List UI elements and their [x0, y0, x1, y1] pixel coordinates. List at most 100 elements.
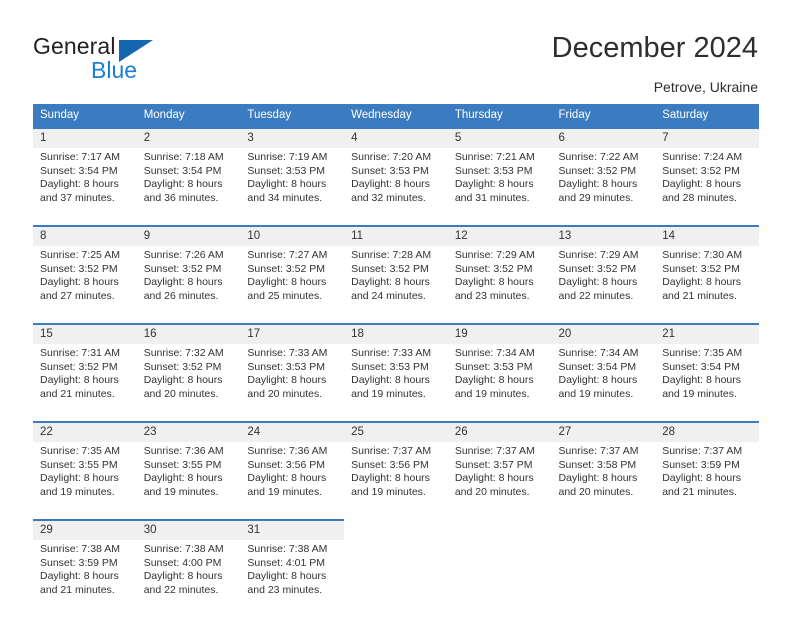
day-cell: Sunrise: 7:37 AM Sunset: 3:57 PM Dayligh…: [447, 442, 552, 520]
week-4-details: Sunrise: 7:35 AM Sunset: 3:55 PM Dayligh…: [33, 442, 759, 520]
daylight-text-line2: and 22 minutes.: [143, 583, 219, 596]
week-3-daynumbers: 15 16 17 18 19 20 21: [33, 323, 759, 344]
day-number[interactable]: 24: [240, 421, 345, 442]
day-cell: Sunrise: 7:18 AM Sunset: 3:54 PM Dayligh…: [136, 148, 241, 226]
day-number[interactable]: 26: [447, 421, 552, 442]
daylight-text-line1: Daylight: 8 hours: [143, 472, 223, 485]
day-number[interactable]: 21: [655, 323, 759, 344]
page-header: General Blue December 2024 Petrove, Ukra…: [0, 0, 792, 100]
sunrise-text: Sunrise: 7:37 AM: [351, 445, 432, 457]
sunset-text: Sunset: 4:00 PM: [143, 556, 222, 569]
daylight-text-line2: and 19 minutes.: [247, 485, 323, 498]
day-number-empty: [551, 519, 656, 540]
day-cell: Sunrise: 7:35 AM Sunset: 3:55 PM Dayligh…: [33, 442, 137, 520]
sunrise-text: Sunrise: 7:19 AM: [247, 151, 328, 163]
day-number[interactable]: 4: [344, 127, 448, 148]
daylight-text-line2: and 20 minutes.: [558, 485, 634, 498]
daylight-text-line1: Daylight: 8 hours: [454, 472, 534, 485]
day-number[interactable]: 10: [240, 225, 345, 246]
sunrise-text: Sunrise: 7:24 AM: [662, 151, 743, 163]
sunset-text: Sunset: 3:53 PM: [247, 164, 326, 177]
daylight-text-line2: and 31 minutes.: [454, 191, 530, 204]
daylight-text-line1: Daylight: 8 hours: [558, 472, 638, 485]
daylight-text-line2: and 22 minutes.: [558, 289, 634, 302]
day-number[interactable]: 28: [655, 421, 759, 442]
daylight-text-line1: Daylight: 8 hours: [247, 472, 327, 485]
day-cell: Sunrise: 7:37 AM Sunset: 3:56 PM Dayligh…: [344, 442, 448, 520]
sunrise-text: Sunrise: 7:36 AM: [247, 445, 328, 457]
day-number[interactable]: 20: [551, 323, 656, 344]
sunset-text: Sunset: 3:57 PM: [454, 458, 533, 471]
sunrise-text: Sunrise: 7:17 AM: [40, 151, 120, 163]
logo-text-blue: Blue: [91, 57, 138, 83]
sunset-text: Sunset: 3:59 PM: [662, 458, 740, 471]
sunset-text: Sunset: 3:52 PM: [40, 262, 118, 275]
weekday-header-friday: Friday: [551, 104, 656, 128]
daylight-text-line2: and 36 minutes.: [143, 191, 219, 204]
sunrise-text: Sunrise: 7:37 AM: [454, 445, 535, 457]
day-number[interactable]: 13: [551, 225, 656, 246]
daylight-text-line2: and 20 minutes.: [454, 485, 530, 498]
day-number[interactable]: 2: [136, 127, 241, 148]
daylight-text-line1: Daylight: 8 hours: [351, 374, 430, 387]
day-number[interactable]: 1: [33, 127, 137, 148]
day-cell: Sunrise: 7:26 AM Sunset: 3:52 PM Dayligh…: [136, 246, 241, 324]
daylight-text-line2: and 21 minutes.: [40, 387, 115, 400]
daylight-text-line1: Daylight: 8 hours: [143, 178, 223, 191]
day-number[interactable]: 30: [136, 519, 241, 540]
sunset-text: Sunset: 3:56 PM: [247, 458, 326, 471]
day-number-empty: [344, 519, 448, 540]
day-number[interactable]: 12: [447, 225, 552, 246]
daylight-text-line2: and 29 minutes.: [558, 191, 634, 204]
sunrise-text: Sunrise: 7:27 AM: [247, 249, 328, 261]
day-number[interactable]: 5: [447, 127, 552, 148]
day-number[interactable]: 19: [447, 323, 552, 344]
sunrise-text: Sunrise: 7:21 AM: [454, 151, 535, 163]
day-cell: Sunrise: 7:22 AM Sunset: 3:52 PM Dayligh…: [551, 148, 656, 226]
day-number[interactable]: 18: [344, 323, 448, 344]
daylight-text-line2: and 19 minutes.: [40, 485, 115, 498]
day-cell-empty: [655, 540, 759, 617]
day-number[interactable]: 17: [240, 323, 345, 344]
day-cell: Sunrise: 7:28 AM Sunset: 3:52 PM Dayligh…: [344, 246, 448, 324]
day-number[interactable]: 6: [551, 127, 656, 148]
day-number[interactable]: 7: [655, 127, 759, 148]
day-cell: Sunrise: 7:25 AM Sunset: 3:52 PM Dayligh…: [33, 246, 137, 324]
daylight-text-line1: Daylight: 8 hours: [662, 276, 742, 289]
daylight-text-line1: Daylight: 8 hours: [143, 276, 223, 289]
sunrise-text: Sunrise: 7:34 AM: [558, 347, 639, 359]
sunrise-text: Sunrise: 7:26 AM: [143, 249, 224, 261]
daylight-text-line1: Daylight: 8 hours: [558, 276, 638, 289]
day-number[interactable]: 22: [33, 421, 137, 442]
daylight-text-line1: Daylight: 8 hours: [454, 178, 534, 191]
daylight-text-line1: Daylight: 8 hours: [247, 374, 327, 387]
day-number[interactable]: 14: [655, 225, 759, 246]
day-number[interactable]: 15: [33, 323, 137, 344]
weekday-header-monday: Monday: [136, 104, 241, 128]
daylight-text-line1: Daylight: 8 hours: [351, 472, 430, 485]
daylight-text-line2: and 20 minutes.: [143, 387, 219, 400]
daylight-text-line1: Daylight: 8 hours: [662, 178, 742, 191]
day-number[interactable]: 3: [240, 127, 345, 148]
week-5-daynumbers: 29 30 31: [33, 519, 759, 540]
day-cell: Sunrise: 7:36 AM Sunset: 3:55 PM Dayligh…: [136, 442, 241, 520]
day-cell: Sunrise: 7:38 AM Sunset: 4:00 PM Dayligh…: [136, 540, 241, 617]
day-number[interactable]: 8: [33, 225, 137, 246]
day-number[interactable]: 9: [136, 225, 241, 246]
sunrise-text: Sunrise: 7:38 AM: [40, 543, 120, 555]
day-number-empty: [655, 519, 759, 540]
sunset-text: Sunset: 3:52 PM: [143, 360, 222, 373]
daylight-text-line1: Daylight: 8 hours: [247, 178, 327, 191]
day-number[interactable]: 29: [33, 519, 137, 540]
day-number[interactable]: 27: [551, 421, 656, 442]
day-number[interactable]: 23: [136, 421, 241, 442]
day-number[interactable]: 11: [344, 225, 448, 246]
day-number[interactable]: 16: [136, 323, 241, 344]
daylight-text-line2: and 28 minutes.: [662, 191, 737, 204]
day-number[interactable]: 25: [344, 421, 448, 442]
sunset-text: Sunset: 3:54 PM: [662, 360, 740, 373]
daylight-text-line2: and 21 minutes.: [40, 583, 115, 596]
daylight-text-line1: Daylight: 8 hours: [143, 570, 223, 583]
day-number[interactable]: 31: [240, 519, 345, 540]
sunrise-text: Sunrise: 7:37 AM: [558, 445, 639, 457]
